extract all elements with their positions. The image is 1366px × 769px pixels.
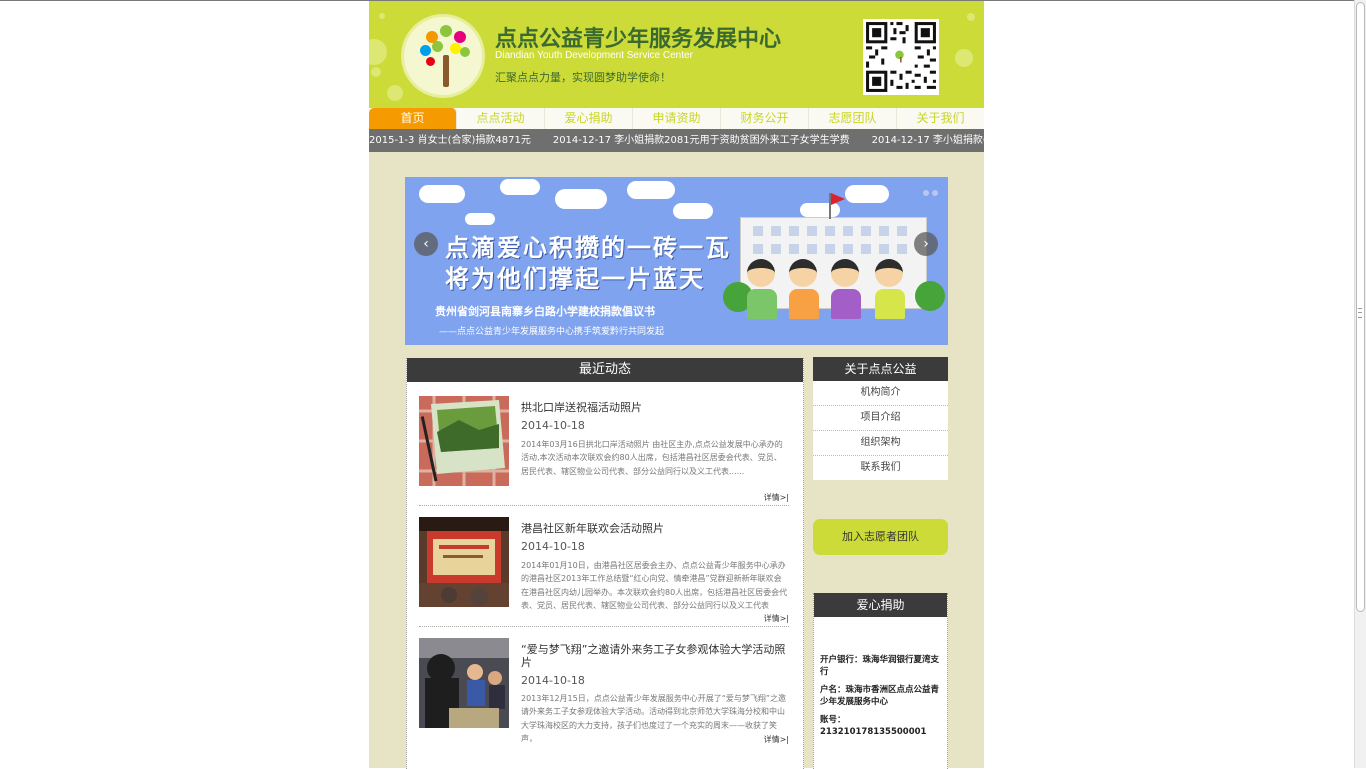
about-link-intro[interactable]: 机构简介	[813, 381, 948, 406]
news-date: 2014-10-18	[521, 540, 585, 553]
decor-bubble	[379, 13, 385, 19]
decor-bubble	[369, 39, 387, 65]
news-thumbnail[interactable]	[419, 517, 509, 607]
ticker-item[interactable]: 2015-1-3 肖女士(合家)捐款4871元	[369, 129, 531, 152]
cloud-shape	[500, 179, 540, 195]
account-name: 户名：珠海市香洲区点点公益青少年发展服务中心	[820, 685, 940, 707]
decor-bubble	[371, 67, 381, 77]
about-heading: 关于点点公益	[813, 357, 948, 381]
nav-item-donate[interactable]: 爱心捐助	[545, 108, 633, 129]
ticker-item[interactable]: 2014-12-17 李小姐捐款606元用于	[872, 129, 984, 152]
news-divider	[419, 626, 789, 627]
vertical-scrollbar[interactable]	[1354, 0, 1366, 768]
ticker-item[interactable]: 2014-12-17 李小姐捐款2081元用于资助贫困外来工子女学生学费	[553, 129, 850, 152]
cloud-shape	[465, 213, 495, 225]
about-link-projects[interactable]: 项目介绍	[813, 406, 948, 431]
banner-headline-1: 点滴爱心积攒的一砖一瓦	[445, 234, 731, 262]
recent-news-panel: 最近动态 拱北口岸送祝福活动照片 2014-10-18 2014年03月16日拱…	[406, 358, 804, 769]
account-number: 账号：213210178135500001	[820, 715, 927, 737]
news-date: 2014-10-18	[521, 674, 585, 687]
bank-name: 开户银行：珠海华润银行夏湾支行	[820, 655, 940, 677]
donation-panel: 爱心捐助 开户银行：珠海华润银行夏湾支行 户名：珠海市香洲区点点公益青少年发展服…	[813, 593, 948, 769]
nav-item-volunteers[interactable]: 志愿团队	[809, 108, 897, 129]
about-link-contact[interactable]: 联系我们	[813, 456, 948, 480]
site-subtitle: Diandian Youth Development Service Cente…	[495, 50, 693, 61]
news-more-link[interactable]: 详情>|	[764, 492, 789, 503]
nav-item-home[interactable]: 首页	[369, 108, 457, 129]
child-illustration	[875, 259, 905, 319]
nav-item-about[interactable]: 关于我们	[897, 108, 984, 129]
banner-dot[interactable]	[923, 190, 929, 196]
child-illustration	[747, 259, 777, 319]
banner-subcaption: ——点点公益青少年发展服务中心携手筑爱黔行共同发起	[439, 327, 665, 337]
news-heading: 最近动态	[407, 358, 803, 382]
news-thumbnail[interactable]	[419, 396, 509, 486]
news-divider	[419, 505, 789, 506]
donation-heading: 爱心捐助	[814, 593, 947, 617]
news-thumbnail[interactable]	[419, 638, 509, 728]
news-excerpt: 2014年03月16日拱北口岸活动照片 由社区主办,点点公益发展中心承办的活动,…	[521, 440, 783, 476]
about-panel: 关于点点公益 机构简介 项目介绍 组织架构 联系我们	[813, 357, 948, 480]
decor-bubble	[955, 49, 973, 67]
join-volunteer-button[interactable]: 加入志愿者团队	[813, 519, 948, 555]
child-illustration	[789, 259, 819, 319]
nav-item-finance[interactable]: 财务公开	[721, 108, 809, 129]
site-logo[interactable]	[401, 14, 485, 98]
cloud-shape	[627, 181, 675, 199]
news-title[interactable]: 港昌社区新年联欢会活动照片	[521, 522, 789, 535]
news-excerpt: 2014年01月10日，由港昌社区居委会主办、点点公益青少年服务中心承办的港昌社…	[521, 561, 788, 611]
leaf-icon	[460, 47, 470, 57]
news-more-link[interactable]: 详情>|	[764, 734, 789, 745]
banner-caption: 贵州省剑河县南寨乡白路小学建校捐款倡议书	[435, 305, 655, 318]
leaf-icon	[426, 57, 435, 66]
decor-bubble	[967, 13, 975, 21]
banner-prev-icon[interactable]: ‹	[414, 232, 438, 256]
leaf-icon	[420, 45, 431, 56]
banner-dot[interactable]	[932, 190, 938, 196]
site-slogan: 汇聚点点力量，实现圆梦助学使命！	[495, 71, 671, 84]
news-more-link[interactable]: 详情>|	[764, 613, 789, 624]
flag-icon	[831, 193, 845, 205]
decor-bubble	[387, 85, 403, 101]
tree-illustration	[915, 281, 945, 311]
cloud-shape	[673, 203, 713, 219]
main-nav: 首页 点点活动 爱心捐助 申请资助 财务公开 志愿团队 关于我们	[369, 108, 984, 129]
page-container: 点点公益青少年服务发展中心 Diandian Youth Development…	[369, 1, 984, 769]
news-title[interactable]: “爱与梦飞翔”之邀请外来务工子女参观体验大学活动照片	[521, 643, 789, 669]
news-title[interactable]: 拱北口岸送祝福活动照片	[521, 401, 789, 414]
tree-trunk-icon	[443, 55, 449, 87]
site-header: 点点公益青少年服务发展中心 Diandian Youth Development…	[369, 1, 984, 108]
donation-info: 开户银行：珠海华润银行夏湾支行 户名：珠海市香洲区点点公益青少年发展服务中心 账…	[814, 617, 947, 738]
banner-pagination	[920, 185, 938, 199]
nav-item-activities[interactable]: 点点活动	[457, 108, 545, 129]
nav-item-apply-aid[interactable]: 申请资助	[633, 108, 721, 129]
leaf-icon	[440, 25, 452, 37]
qr-code-icon	[863, 19, 939, 95]
scrollbar-thumb[interactable]	[1356, 2, 1365, 612]
news-date: 2014-10-18	[521, 419, 585, 432]
banner-headline-2: 将为他们撑起一片蓝天	[445, 265, 705, 293]
leaf-icon	[432, 41, 443, 52]
cloud-shape	[555, 189, 607, 209]
cloud-shape	[800, 203, 840, 217]
banner-next-icon[interactable]: ›	[914, 232, 938, 256]
news-excerpt: 2013年12月15日，点点公益青少年发展服务中心开展了“爱与梦飞翔”之邀请外来…	[521, 694, 787, 744]
site-title: 点点公益青少年服务发展中心	[495, 27, 782, 52]
scrollbar-grip-icon	[1358, 308, 1362, 318]
leaf-icon	[454, 31, 466, 43]
cloud-shape	[845, 185, 889, 203]
donation-ticker: 2015-1-3 肖女士(合家)捐款4871元 2014-12-17 李小姐捐款2…	[369, 129, 984, 152]
cloud-shape	[419, 185, 465, 203]
about-link-structure[interactable]: 组织架构	[813, 431, 948, 456]
child-illustration	[831, 259, 861, 319]
hero-banner[interactable]: 点滴爱心积攒的一砖一瓦 将为他们撑起一片蓝天 贵州省剑河县南寨乡白路小学建校捐款…	[405, 177, 948, 345]
